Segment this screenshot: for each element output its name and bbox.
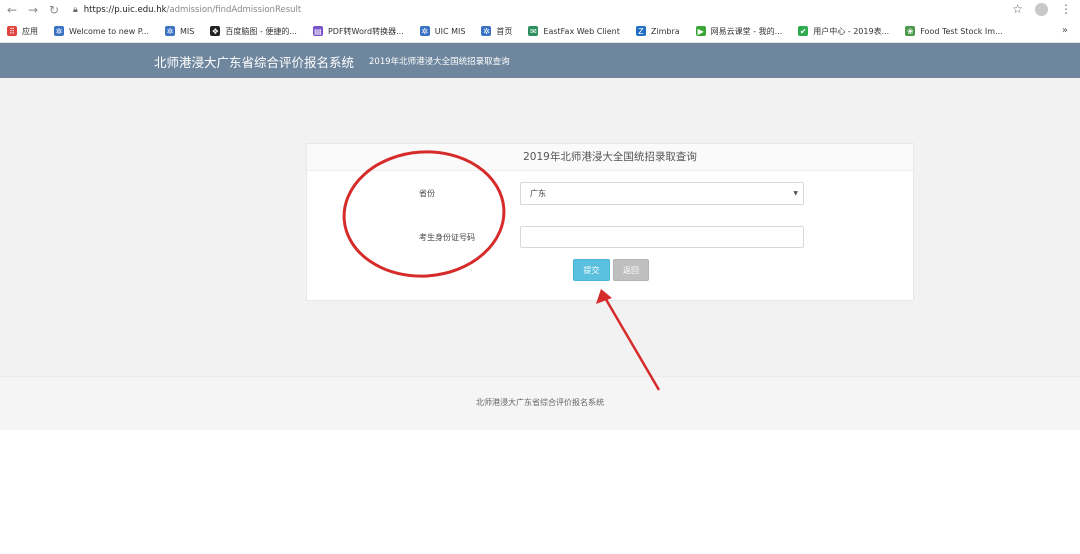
- bookmark-item[interactable]: ✔ 用户中心 - 2019表...: [798, 26, 889, 37]
- apps-grid-icon: ⠿: [7, 26, 17, 36]
- site-header: 北师港浸大广东省综合评价报名系统 2019年北师港浸大全国统招录取查询: [0, 43, 1080, 78]
- bookmark-label: Zimbra: [650, 26, 680, 36]
- gear-icon: ✲: [54, 26, 64, 36]
- bookmark-item[interactable]: Z Zimbra: [635, 26, 680, 36]
- page-footer: 北师港浸大广东省综合评价报名系统: [0, 376, 1080, 430]
- url-host: https://p.uic.edu.hk: [83, 5, 167, 15]
- kebab-menu-icon[interactable]: ⋮: [1060, 2, 1072, 16]
- dropdown-caret-icon: ▼: [793, 190, 798, 197]
- bookmarks-bar: ⠿ 应用 ✲ Welcome to new P... ✲ MIS ❖ 百度脑图 - 便捷的..…: [0, 20, 1080, 43]
- bookmark-label: 百度脑图 - 便捷的...: [225, 26, 297, 36]
- bookmark-item[interactable]: ✲ UIC MIS: [419, 26, 466, 36]
- gear-icon: ✲: [419, 26, 430, 36]
- bookmark-item[interactable]: ▤ PDF转Word转换器...: [312, 26, 404, 37]
- gear-icon: ✲: [481, 26, 492, 36]
- bookmark-label: MIS: [180, 26, 195, 36]
- bookmark-label: 应用: [22, 26, 38, 36]
- pdf-icon: ▤: [312, 26, 323, 36]
- page: ← → ↻ 🔒︎ https://p.uic.edu.hk/admission/…: [0, 0, 1080, 554]
- bookmark-item[interactable]: ❀ Food Test Stock Im...: [905, 26, 1003, 36]
- nav-link-admission-query[interactable]: 2019年北师港浸大全国统招录取查询: [369, 55, 510, 67]
- gear-icon: ✲: [165, 26, 175, 36]
- bookmark-item[interactable]: ✉ EastFax Web Client: [528, 26, 620, 36]
- bookmark-label: 用户中心 - 2019表...: [813, 26, 890, 36]
- bookmark-label: EastFax Web Client: [543, 26, 620, 36]
- zimbra-icon: Z: [635, 26, 646, 36]
- bookmark-item[interactable]: ✲ MIS: [165, 26, 194, 36]
- fax-icon: ✉: [528, 26, 539, 36]
- url-path: /admission/findAdmissionResult: [166, 5, 302, 15]
- footer-text: 北师港浸大广东省综合评价报名系统: [476, 398, 604, 407]
- province-select[interactable]: 广东 ▼: [520, 182, 804, 205]
- bookmark-label: Welcome to new P...: [69, 26, 149, 36]
- url-field[interactable]: 🔒︎ https://p.uic.edu.hk/admission/findAd…: [73, 5, 301, 15]
- province-select-value: 广东: [530, 189, 546, 198]
- forward-arrow-icon[interactable]: →: [24, 1, 42, 19]
- back-button[interactable]: 返回: [613, 259, 649, 281]
- bookmark-label: Food Test Stock Im...: [920, 26, 1003, 36]
- bookmark-label: PDF转Word转换器...: [327, 26, 404, 36]
- bookmark-label: UIC MIS: [434, 26, 466, 36]
- lock-icon: 🔒︎: [73, 5, 78, 15]
- bookmark-item[interactable]: ⠿ 应用: [7, 26, 38, 37]
- netease-icon: ▶: [695, 26, 706, 36]
- bookmark-item[interactable]: ✲ Welcome to new P...: [54, 26, 149, 36]
- province-label: 省份: [419, 189, 435, 198]
- star-bookmark-icon[interactable]: ☆: [1012, 2, 1023, 16]
- browser-address-bar: ← → ↻ 🔒︎ https://p.uic.edu.hk/admission/…: [0, 0, 1080, 20]
- bookmarks-overflow-icon[interactable]: »: [1062, 25, 1068, 36]
- query-form-card: 2019年北师港浸大全国统招录取查询 省份 广东 ▼ 考生身份证号码 提交 返回: [306, 143, 914, 301]
- food-icon: ❀: [905, 26, 916, 36]
- id-number-input[interactable]: [520, 226, 804, 248]
- id-number-label: 考生身份证号码: [419, 233, 475, 242]
- bookmark-item[interactable]: ❖ 百度脑图 - 便捷的...: [210, 26, 297, 37]
- bookmark-item[interactable]: ✲ 首页: [481, 26, 512, 37]
- reload-icon[interactable]: ↻: [45, 1, 63, 19]
- profile-avatar-icon[interactable]: [1035, 2, 1048, 16]
- baidu-paw-icon: ❖: [210, 26, 221, 36]
- back-arrow-icon[interactable]: ←: [3, 1, 21, 19]
- bookmark-item[interactable]: ▶ 网易云课堂 - 我的...: [695, 26, 783, 37]
- shield-icon: ✔: [798, 26, 809, 36]
- site-title[interactable]: 北师港浸大广东省综合评价报名系统: [154, 52, 354, 71]
- form-title: 2019年北师港浸大全国统招录取查询: [307, 144, 913, 171]
- bookmark-label: 网易云课堂 - 我的...: [710, 26, 783, 36]
- bookmark-label: 首页: [496, 26, 513, 36]
- submit-button[interactable]: 提交: [573, 259, 610, 281]
